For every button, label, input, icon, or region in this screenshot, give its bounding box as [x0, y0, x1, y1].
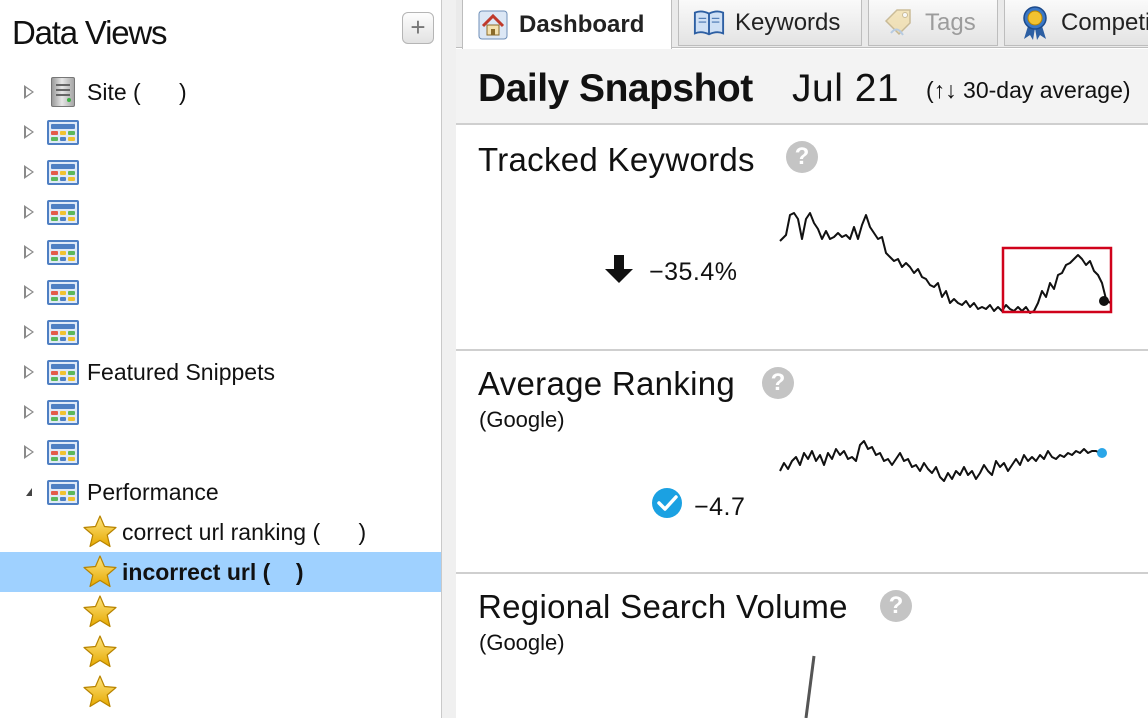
tab-keywords[interactable]: Keywords: [678, 0, 862, 46]
tab-dashboard[interactable]: Dashboard: [462, 0, 672, 49]
tracked-keywords-help-icon[interactable]: ?: [786, 141, 818, 173]
collapsed-triangle-icon[interactable]: [22, 312, 36, 352]
starred-view-item[interactable]: [0, 672, 442, 712]
snapshot-title: Daily Snapshot: [478, 67, 753, 110]
tree-item-label: Performance: [87, 478, 219, 505]
check-circle-icon: [652, 488, 682, 518]
starred-view-item[interactable]: correct url ranking ( ): [0, 512, 442, 552]
tree-item-label: Featured Snippets: [87, 358, 275, 385]
collapsed-triangle-icon[interactable]: [22, 272, 36, 312]
tree-item[interactable]: [0, 232, 442, 272]
average-ranking-help-icon[interactable]: ?: [762, 367, 794, 399]
tree-item[interactable]: [0, 392, 442, 432]
starred-view-item[interactable]: [0, 592, 442, 632]
regional-search-volume-subtitle: (Google): [479, 630, 565, 655]
star-icon: [82, 554, 118, 590]
grid-view-icon: [47, 479, 79, 505]
collapsed-triangle-icon[interactable]: [22, 352, 36, 392]
grid-view-icon: [47, 319, 79, 345]
tab-label: Competitors: [1061, 8, 1148, 36]
star-icon: [82, 634, 118, 670]
starred-view-item-selected[interactable]: incorrect url ( ): [0, 552, 442, 592]
snapshot-date: Jul 21: [792, 67, 900, 110]
star-icon: [82, 514, 118, 550]
tracked-keywords-panel: Tracked Keywords ? −35.4%: [456, 127, 1148, 351]
snapshot-header: Daily Snapshot Jul 21 (↑↓ 30-day average…: [456, 49, 1148, 125]
average-ranking-title: Average Ranking: [478, 365, 736, 402]
tab-bar: Dashboard Keywords Tags Competitors: [456, 0, 1148, 49]
tag-icon: [883, 7, 915, 39]
grid-view-icon: [47, 199, 79, 225]
tree-item[interactable]: [0, 272, 442, 312]
regional-search-volume-panel: Regional Search Volume ? (Google): [456, 574, 1148, 718]
add-view-button[interactable]: +: [402, 12, 434, 44]
average-ranking-panel: Average Ranking ? (Google) −4.7: [456, 351, 1148, 574]
tab-label: Dashboard: [519, 10, 645, 38]
tree-item[interactable]: Performance: [0, 472, 442, 512]
collapsed-triangle-icon[interactable]: [22, 112, 36, 152]
starred-view-label: correct url ranking ( ): [122, 518, 367, 545]
grid-view-icon: [47, 239, 79, 265]
server-icon: [51, 77, 75, 107]
regional-search-volume-sparkline[interactable]: [786, 652, 826, 718]
data-views-sidebar: Data Views + Site ( ) Featured Snippets Pe…: [0, 0, 442, 718]
tree-item[interactable]: [0, 312, 442, 352]
arrow-down-icon: [605, 255, 633, 283]
sidebar-title: Data Views: [12, 14, 168, 51]
tree-item[interactable]: Site ( ): [0, 72, 442, 112]
dashboard-main: Dashboard Keywords Tags Competitors Daily S…: [456, 0, 1148, 718]
tab-label: Keywords: [735, 8, 841, 36]
grid-view-icon: [47, 399, 79, 425]
expanded-triangle-icon[interactable]: [22, 472, 36, 512]
collapsed-triangle-icon[interactable]: [22, 192, 36, 232]
average-ranking-change: −4.7: [694, 493, 746, 521]
tracked-keywords-change: −35.4%: [649, 258, 738, 286]
starred-view-item[interactable]: [0, 632, 442, 672]
regional-search-volume-help-icon[interactable]: ?: [880, 590, 912, 622]
grid-view-icon: [47, 159, 79, 185]
collapsed-triangle-icon[interactable]: [22, 432, 36, 472]
grid-view-icon: [47, 439, 79, 465]
tab-tags: Tags: [868, 0, 998, 46]
tracked-keywords-sparkline[interactable]: [776, 203, 1121, 318]
average-ranking-subtitle: (Google): [479, 407, 565, 432]
starred-view-label: incorrect url ( ): [122, 558, 304, 585]
home-icon: [477, 9, 509, 41]
collapsed-triangle-icon[interactable]: [22, 72, 36, 112]
tree-item[interactable]: [0, 152, 442, 192]
collapsed-triangle-icon[interactable]: [22, 392, 36, 432]
book-icon: [693, 7, 725, 39]
regional-search-volume-title: Regional Search Volume: [478, 588, 848, 625]
grid-view-icon: [47, 359, 79, 385]
tree-item[interactable]: Featured Snippets: [0, 352, 442, 392]
collapsed-triangle-icon[interactable]: [22, 232, 36, 272]
star-icon: [82, 674, 118, 710]
tree-item[interactable]: [0, 192, 442, 232]
star-icon: [82, 594, 118, 630]
award-ribbon-icon: [1019, 5, 1051, 40]
grid-view-icon: [47, 279, 79, 305]
tree-item[interactable]: [0, 112, 442, 152]
average-ranking-sparkline[interactable]: [776, 431, 1116, 491]
tracked-keywords-title: Tracked Keywords: [478, 141, 755, 178]
tree-item[interactable]: [0, 432, 442, 472]
collapsed-triangle-icon[interactable]: [22, 152, 36, 192]
tree-item-label: Site ( ): [87, 78, 187, 105]
grid-view-icon: [47, 119, 79, 145]
tab-label: Tags: [925, 8, 976, 36]
pane-gutter: [442, 0, 456, 718]
tab-competitors[interactable]: Competitors: [1004, 0, 1148, 46]
snapshot-note: (↑↓ 30-day average): [926, 77, 1131, 103]
